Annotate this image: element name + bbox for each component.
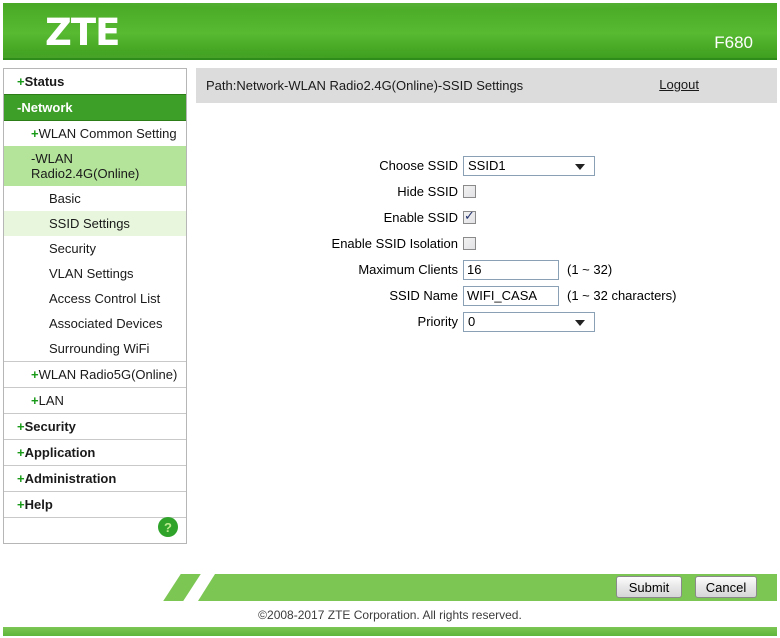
expand-plus-icon: + bbox=[17, 74, 25, 89]
sidebar-item-label: WLAN Radio2.4G(Online) bbox=[31, 151, 140, 181]
priority-label: Priority bbox=[417, 314, 458, 329]
sidebar-item-label: Application bbox=[24, 445, 96, 460]
sidebar-item-wlan-common-setting[interactable]: +WLAN Common Setting bbox=[4, 121, 186, 146]
chevron-down-icon bbox=[575, 319, 585, 326]
enable-ssid-checkbox[interactable]: ✓ bbox=[463, 208, 476, 224]
decorative-slash bbox=[163, 574, 201, 601]
sidebar-item-label: Basic bbox=[49, 191, 81, 206]
sidebar-item-application[interactable]: +Application bbox=[4, 440, 186, 466]
expand-plus-icon: + bbox=[17, 419, 25, 434]
ssid-name-input[interactable] bbox=[463, 285, 559, 306]
form-row-maximum-clients: Maximum Clients (1 ~ 32) bbox=[196, 259, 777, 280]
copyright-text: ©2008-2017 ZTE Corporation. All rights r… bbox=[258, 608, 522, 622]
sidebar-item-administration[interactable]: +Administration bbox=[4, 466, 186, 492]
form-row-enable-ssid: Enable SSID ✓ bbox=[196, 207, 777, 228]
form-row-enable-ssid-isolation: Enable SSID Isolation bbox=[196, 233, 777, 254]
enable-ssid-isolation-checkbox[interactable] bbox=[463, 237, 476, 250]
choose-ssid-selected-value: SSID1 bbox=[468, 158, 506, 173]
sidebar-item-associated-devices[interactable]: Associated Devices bbox=[4, 311, 186, 336]
sidebar-item-status[interactable]: +Status bbox=[4, 69, 186, 94]
form-row-priority: Priority 0 bbox=[196, 311, 777, 332]
expand-plus-icon: + bbox=[31, 393, 39, 408]
sidebar-item-label: WLAN Radio5G(Online) bbox=[38, 367, 178, 382]
logout-link[interactable]: Logout bbox=[659, 77, 699, 92]
ssid-settings-form: Choose SSID SSID1 Hide SSID Enable SSID … bbox=[196, 155, 777, 337]
sidebar-item-vlan-settings[interactable]: VLAN Settings bbox=[4, 261, 186, 286]
header-banner: ZTE F680 bbox=[3, 3, 777, 60]
maximum-clients-label: Maximum Clients bbox=[358, 262, 458, 277]
expand-plus-icon: + bbox=[17, 471, 25, 486]
sidebar-item-label: SSID Settings bbox=[49, 216, 130, 231]
breadcrumb-bar: Path:Network-WLAN Radio2.4G(Online)-SSID… bbox=[196, 68, 777, 103]
cancel-button[interactable]: Cancel bbox=[695, 576, 757, 598]
form-row-choose-ssid: Choose SSID SSID1 bbox=[196, 155, 777, 176]
sidebar-item-label: Administration bbox=[24, 471, 117, 486]
choose-ssid-label: Choose SSID bbox=[379, 158, 458, 173]
sidebar-item-label: Help bbox=[24, 497, 53, 512]
sidebar-item-wlan-radio24g[interactable]: -WLAN Radio2.4G(Online) bbox=[4, 146, 186, 186]
sidebar-item-label: VLAN Settings bbox=[49, 266, 134, 281]
expand-plus-icon: + bbox=[31, 367, 39, 382]
maximum-clients-hint: (1 ~ 32) bbox=[567, 262, 613, 277]
sidebar-item-label: Surrounding WiFi bbox=[49, 341, 150, 356]
choose-ssid-select[interactable]: SSID1 bbox=[463, 155, 595, 176]
hide-ssid-label: Hide SSID bbox=[397, 184, 458, 199]
chevron-down-icon bbox=[575, 163, 585, 170]
sidebar-item-access-control-list[interactable]: Access Control List bbox=[4, 286, 186, 311]
footer-action-bar: Cancel Submit bbox=[160, 574, 777, 601]
priority-selected-value: 0 bbox=[468, 314, 476, 329]
sidebar-item-label: Security bbox=[24, 419, 76, 434]
expand-plus-icon: + bbox=[17, 445, 25, 460]
sidebar-item-lan[interactable]: +LAN bbox=[4, 388, 186, 414]
sidebar-item-security-sub[interactable]: Security bbox=[4, 236, 186, 261]
maximum-clients-input[interactable] bbox=[463, 259, 559, 280]
sidebar-item-label: Security bbox=[49, 241, 96, 256]
zte-logo: ZTE bbox=[45, 11, 120, 54]
sidebar-item-label: Status bbox=[24, 74, 65, 89]
sidebar-item-label: Associated Devices bbox=[49, 316, 163, 331]
expand-plus-icon: + bbox=[17, 497, 25, 512]
sidebar-item-label: Access Control List bbox=[49, 291, 161, 306]
form-row-hide-ssid: Hide SSID bbox=[196, 181, 777, 202]
check-icon: ✓ bbox=[464, 208, 475, 223]
enable-ssid-label: Enable SSID bbox=[383, 210, 458, 225]
sidebar-item-label: Network bbox=[21, 100, 73, 115]
sidebar-item-label: WLAN Common Setting bbox=[38, 126, 177, 141]
hide-ssid-checkbox[interactable] bbox=[463, 185, 476, 198]
enable-ssid-isolation-label: Enable SSID Isolation bbox=[331, 236, 458, 251]
form-row-ssid-name: SSID Name (1 ~ 32 characters) bbox=[196, 285, 777, 306]
ssid-name-label: SSID Name bbox=[389, 288, 458, 303]
sidebar-item-label: LAN bbox=[38, 393, 64, 408]
sidebar-item-security[interactable]: +Security bbox=[4, 414, 186, 440]
breadcrumb: Path:Network-WLAN Radio2.4G(Online)-SSID… bbox=[206, 78, 524, 93]
sidebar-item-network[interactable]: -Network bbox=[4, 94, 186, 121]
sidebar-item-help[interactable]: +Help bbox=[4, 492, 186, 518]
priority-select[interactable]: 0 bbox=[463, 311, 595, 332]
sidebar-item-surrounding-wifi[interactable]: Surrounding WiFi bbox=[4, 336, 186, 362]
expand-plus-icon: + bbox=[31, 126, 39, 141]
sidebar-nav: +Status -Network +WLAN Common Setting -W… bbox=[3, 68, 187, 544]
submit-button[interactable]: Submit bbox=[616, 576, 682, 598]
router-admin-page: ZTE F680 +Status -Network +WLAN Common S… bbox=[0, 0, 780, 638]
model-number: F680 bbox=[714, 33, 753, 52]
sidebar-item-ssid-settings[interactable]: SSID Settings bbox=[4, 211, 186, 236]
ssid-name-hint: (1 ~ 32 characters) bbox=[567, 288, 677, 303]
sidebar-item-wlan-radio5g[interactable]: +WLAN Radio5G(Online) bbox=[4, 362, 186, 388]
sidebar-item-basic[interactable]: Basic bbox=[4, 186, 186, 211]
action-bar-background: Cancel Submit bbox=[198, 574, 777, 601]
help-question-icon[interactable]: ? bbox=[158, 517, 178, 537]
bottom-green-strip bbox=[3, 627, 777, 636]
